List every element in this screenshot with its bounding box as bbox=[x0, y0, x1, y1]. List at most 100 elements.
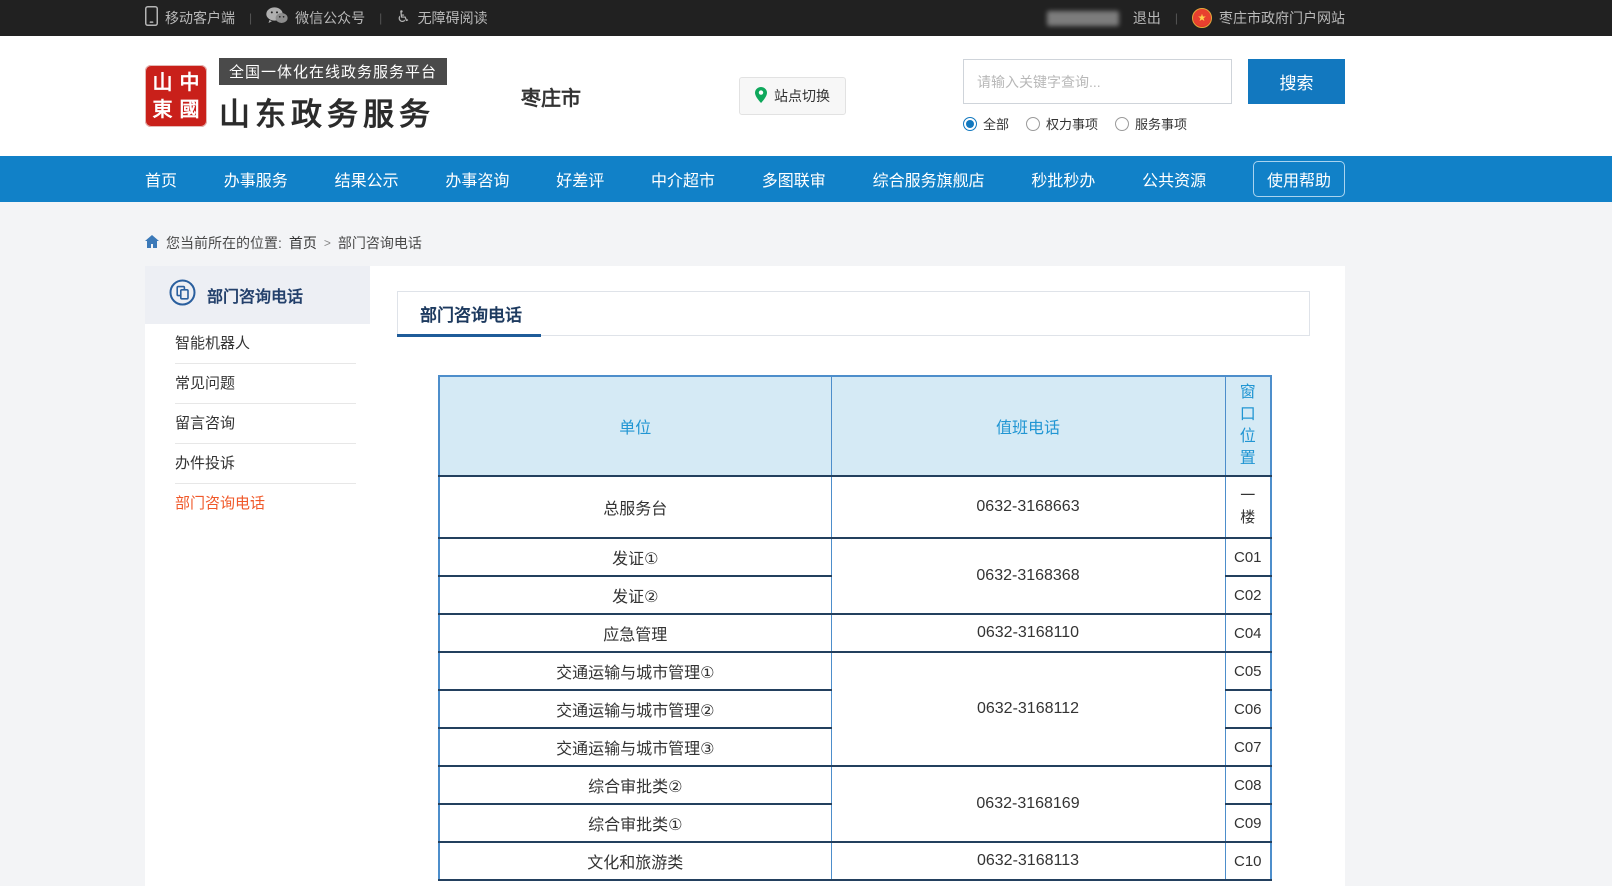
divider: | bbox=[379, 11, 382, 25]
window-cell: C01 bbox=[1225, 538, 1271, 576]
accessibility-link[interactable]: ♿ 无障碍阅读 bbox=[396, 8, 487, 28]
site-logo[interactable]: 山 中 東 國 全国一体化在线政务服务平台 山东政务服务 bbox=[145, 58, 447, 134]
nav-instant-approval[interactable]: 秒批秒办 bbox=[1031, 167, 1095, 191]
unit-cell: 综合审批类① bbox=[439, 804, 831, 842]
sidebar-item-faq[interactable]: 常见问题 bbox=[175, 364, 356, 404]
filter-label: 全部 bbox=[983, 114, 1009, 133]
site-switch-button[interactable]: 站点切换 bbox=[739, 77, 846, 115]
filter-service-items[interactable]: 服务事项 bbox=[1115, 114, 1187, 133]
sidebar-header: 部门咨询电话 bbox=[145, 266, 370, 324]
mobile-phone-icon bbox=[145, 6, 158, 31]
site-header: 山 中 東 國 全国一体化在线政务服务平台 山东政务服务 枣庄市 站点切换 搜索 bbox=[0, 36, 1612, 156]
sidebar-item-complaints[interactable]: 办件投诉 bbox=[175, 444, 356, 484]
radio-icon bbox=[963, 117, 977, 131]
nav-consult[interactable]: 办事咨询 bbox=[445, 167, 509, 191]
window-cell: C06 bbox=[1225, 690, 1271, 728]
wechat-link[interactable]: 微信公众号 bbox=[266, 7, 365, 29]
current-city-label: 枣庄市 bbox=[521, 82, 581, 111]
wechat-label: 微信公众号 bbox=[295, 8, 365, 28]
window-cell: C09 bbox=[1225, 804, 1271, 842]
filter-all[interactable]: 全部 bbox=[963, 114, 1009, 133]
phone-cell: 0632-3168113 bbox=[831, 842, 1225, 880]
window-cell: 一楼 bbox=[1225, 476, 1271, 538]
seal-char: 中 bbox=[180, 73, 200, 93]
home-icon bbox=[145, 235, 159, 251]
table-header-row: 单位 值班电话 窗口位置 bbox=[439, 376, 1271, 476]
sidebar-item-smart-robot[interactable]: 智能机器人 bbox=[175, 324, 356, 364]
table-row: 文化和旅游类 0632-3168113 C10 bbox=[439, 842, 1271, 880]
nav-help[interactable]: 使用帮助 bbox=[1253, 161, 1345, 197]
seal-char: 東 bbox=[153, 100, 173, 120]
filter-label: 服务事项 bbox=[1135, 114, 1187, 133]
search-area: 搜索 全部 权力事项 服务事项 bbox=[963, 59, 1345, 133]
nav-rating[interactable]: 好差评 bbox=[556, 167, 604, 191]
unit-cell: 发证① bbox=[439, 538, 831, 576]
breadcrumb-current: 部门咨询电话 bbox=[338, 233, 422, 253]
phone-cell: 0632-3168112 bbox=[831, 652, 1225, 766]
table-row: 应急管理 0632-3168110 C04 bbox=[439, 614, 1271, 652]
window-cell: C07 bbox=[1225, 728, 1271, 766]
main-navigation: 首页 办事服务 结果公示 办事咨询 好差评 中介超市 多图联审 综合服务旗舰店 … bbox=[0, 156, 1612, 202]
filter-label: 权力事项 bbox=[1046, 114, 1098, 133]
unit-cell: 交通运输与城市管理① bbox=[439, 652, 831, 690]
window-cell: C04 bbox=[1225, 614, 1271, 652]
search-filter-row: 全部 权力事项 服务事项 bbox=[963, 114, 1345, 133]
window-cell: C08 bbox=[1225, 766, 1271, 804]
table-row: 交通运输与城市管理① 0632-3168112 C05 bbox=[439, 652, 1271, 690]
active-tab-indicator bbox=[397, 334, 541, 337]
nav-public-resources[interactable]: 公共资源 bbox=[1142, 167, 1206, 191]
nav-services[interactable]: 办事服务 bbox=[224, 167, 288, 191]
top-utility-bar: 移动客户端 | 微信公众号 | ♿ 无障碍阅读 退出 | ★ 枣庄市政府门户网站 bbox=[0, 0, 1612, 36]
phone-cell: 0632-3168663 bbox=[831, 476, 1225, 538]
nav-home[interactable]: 首页 bbox=[145, 167, 177, 191]
nav-agency-market[interactable]: 中介超市 bbox=[651, 167, 715, 191]
accessibility-label: 无障碍阅读 bbox=[418, 8, 488, 28]
mobile-client-link[interactable]: 移动客户端 bbox=[145, 6, 235, 31]
seal-char: 國 bbox=[180, 100, 200, 120]
main-content: 部门咨询电话 单位 值班电话 窗口位置 总服务台 0632-3168663 一楼 bbox=[370, 266, 1345, 886]
window-cell: C05 bbox=[1225, 652, 1271, 690]
site-name: 山东政务服务 bbox=[219, 89, 447, 134]
location-pin-icon bbox=[755, 87, 767, 106]
sidebar-item-phone-directory[interactable]: 部门咨询电话 bbox=[175, 484, 356, 524]
platform-badge: 全国一体化在线政务服务平台 bbox=[219, 58, 447, 85]
mobile-client-label: 移动客户端 bbox=[165, 8, 235, 28]
phone-cell: 0632-3168110 bbox=[831, 614, 1225, 652]
search-input[interactable] bbox=[963, 59, 1232, 104]
nav-results[interactable]: 结果公示 bbox=[335, 167, 399, 191]
window-cell: C02 bbox=[1225, 576, 1271, 614]
search-button[interactable]: 搜索 bbox=[1248, 59, 1345, 104]
unit-cell: 文化和旅游类 bbox=[439, 842, 831, 880]
unit-cell: 综合审批类② bbox=[439, 766, 831, 804]
divider: | bbox=[1175, 11, 1178, 25]
breadcrumb-home-link[interactable]: 首页 bbox=[289, 233, 317, 253]
unit-cell: 交通运输与城市管理② bbox=[439, 690, 831, 728]
nav-flagship-store[interactable]: 综合服务旗舰店 bbox=[873, 167, 985, 191]
filter-power-items[interactable]: 权力事项 bbox=[1026, 114, 1098, 133]
table-row: 综合审批类② 0632-3168169 C08 bbox=[439, 766, 1271, 804]
phone-directory-icon bbox=[169, 279, 196, 311]
col-header-unit: 单位 bbox=[439, 376, 831, 476]
seal-char: 山 bbox=[153, 73, 173, 93]
nav-multi-review[interactable]: 多图联审 bbox=[762, 167, 826, 191]
sidebar: 部门咨询电话 智能机器人 常见问题 留言咨询 办件投诉 部门咨询电话 bbox=[145, 266, 370, 886]
window-cell: C10 bbox=[1225, 842, 1271, 880]
tab-phone-directory[interactable]: 部门咨询电话 bbox=[420, 301, 522, 326]
table-row: 发证① 0632-3168368 C01 bbox=[439, 538, 1271, 576]
site-switch-label: 站点切换 bbox=[774, 86, 830, 106]
radio-icon bbox=[1115, 117, 1129, 131]
national-emblem-icon: ★ bbox=[1192, 8, 1212, 28]
table-row: 总服务台 0632-3168663 一楼 bbox=[439, 476, 1271, 538]
accessibility-icon: ♿ bbox=[396, 10, 410, 26]
portal-link[interactable]: ★ 枣庄市政府门户网站 bbox=[1192, 8, 1345, 28]
col-header-window: 窗口位置 bbox=[1225, 376, 1271, 476]
sidebar-title: 部门咨询电话 bbox=[207, 283, 303, 307]
phone-directory-table: 单位 值班电话 窗口位置 总服务台 0632-3168663 一楼 发证① 06… bbox=[438, 375, 1272, 881]
logout-link[interactable]: 退出 bbox=[1133, 8, 1161, 28]
sidebar-item-message-consult[interactable]: 留言咨询 bbox=[175, 404, 356, 444]
divider: | bbox=[249, 11, 252, 25]
tab-bar: 部门咨询电话 bbox=[397, 291, 1310, 336]
portal-label: 枣庄市政府门户网站 bbox=[1219, 8, 1345, 28]
radio-icon bbox=[1026, 117, 1040, 131]
phone-cell: 0632-3168169 bbox=[831, 766, 1225, 842]
